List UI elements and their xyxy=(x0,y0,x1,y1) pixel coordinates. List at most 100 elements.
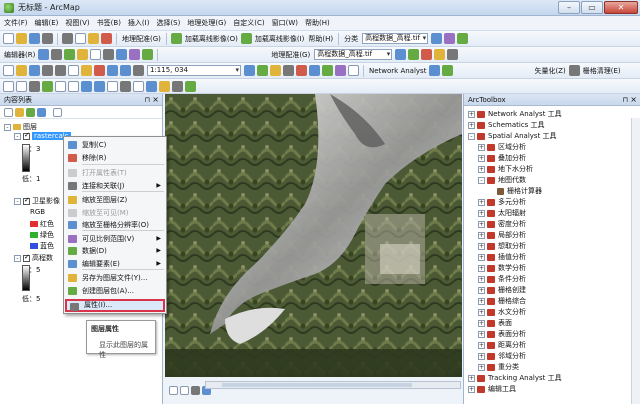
zoom-out-icon[interactable] xyxy=(16,80,27,92)
arctoolbox-window-icon[interactable] xyxy=(296,65,307,76)
network-tool-icon[interactable] xyxy=(429,65,441,76)
paste-icon[interactable] xyxy=(88,33,99,44)
rotate-georef-icon[interactable] xyxy=(395,49,407,60)
toolbox-item-8[interactable]: + 多元分析 xyxy=(478,197,526,207)
copy-2-icon[interactable] xyxy=(68,65,79,76)
pan-icon[interactable] xyxy=(29,80,40,92)
layers-root[interactable]: - 图层 xyxy=(4,122,37,132)
classify-tool-icon[interactable] xyxy=(431,33,443,44)
refresh-view-icon[interactable] xyxy=(191,386,200,395)
expand-toggle-icon[interactable]: + xyxy=(478,198,485,206)
help-menu[interactable]: 帮助(H) xyxy=(308,34,333,44)
map-horizontal-scrollbar[interactable] xyxy=(205,381,461,389)
print-icon[interactable] xyxy=(42,33,53,44)
shift-georef-icon[interactable] xyxy=(408,49,420,60)
toolbox-item-0[interactable]: + Network Analyst 工具 xyxy=(468,109,562,119)
menu-item-1[interactable]: 编辑(E) xyxy=(35,18,59,28)
minimize-button[interactable]: – xyxy=(558,1,580,14)
toolbox-item-16[interactable]: + 栅格创建 xyxy=(478,285,526,295)
expand-toggle-icon[interactable]: + xyxy=(478,264,485,272)
expand-toggle-icon[interactable]: + xyxy=(478,286,485,294)
expand-toggle-icon[interactable]: + xyxy=(478,253,485,261)
expand-toggle-icon[interactable]: + xyxy=(468,385,475,393)
toolbox-item-12[interactable]: + 想取分析 xyxy=(478,241,526,251)
globe-icon[interactable] xyxy=(185,80,196,92)
fixed-zoom-in-icon[interactable] xyxy=(55,80,66,92)
toolbox-item-9[interactable]: + 太阳辐射 xyxy=(478,208,526,218)
cut-icon[interactable] xyxy=(62,33,73,44)
arctoolbox-close-icon[interactable]: × xyxy=(630,94,637,106)
back-extent-icon[interactable] xyxy=(81,80,92,92)
python-window-icon[interactable] xyxy=(309,65,320,76)
toolbox-item-4[interactable]: + 叠加分析 xyxy=(478,153,526,163)
toolbox-item-21[interactable]: + 距离分析 xyxy=(478,340,526,350)
georef-menu-2[interactable]: 地理配准(G) xyxy=(271,50,310,60)
model-builder-icon[interactable] xyxy=(322,65,333,76)
layer-elevation-checkbox[interactable] xyxy=(23,253,30,262)
delete-2-icon[interactable] xyxy=(94,65,105,76)
toolbox-item-7[interactable]: 栅格计算器 xyxy=(488,186,542,196)
save-icon[interactable] xyxy=(29,33,40,44)
menu-item-2[interactable]: 视图(V) xyxy=(65,18,89,28)
edit-tool-icon[interactable] xyxy=(38,49,50,60)
forward-extent-icon[interactable] xyxy=(94,80,105,92)
offline-image-2-menu[interactable]: 加载离线影像(I) xyxy=(255,34,305,44)
ctx-item-10[interactable]: 另存为图层文件(Y)... xyxy=(65,272,165,284)
viewer-icon[interactable] xyxy=(447,49,459,60)
layer-elevation[interactable]: -高程数 xyxy=(14,253,53,263)
create-features-icon[interactable] xyxy=(142,49,154,60)
split-icon[interactable] xyxy=(90,49,102,60)
expand-toggle-icon[interactable]: + xyxy=(478,154,485,162)
map-view[interactable] xyxy=(165,94,462,377)
expand-toggle-icon[interactable]: - xyxy=(468,132,475,140)
toolbox-item-18[interactable]: + 水文分析 xyxy=(478,307,526,317)
arctoolbox-pin-icon[interactable]: ⊓ xyxy=(623,94,628,106)
expand-toggle-icon[interactable]: + xyxy=(478,308,485,316)
toolbox-item-14[interactable]: + 数学分析 xyxy=(478,263,526,273)
expand-toggle-icon[interactable]: + xyxy=(478,143,485,151)
ctx-item-8[interactable]: 数据(D) ▶ xyxy=(65,245,165,257)
layer-rastercalc-checkbox[interactable] xyxy=(23,131,30,140)
expand-toggle-icon[interactable]: + xyxy=(468,110,475,118)
expand-toggle-icon[interactable]: + xyxy=(478,330,485,338)
toolbox-item-5[interactable]: + 地下水分析 xyxy=(478,164,533,174)
select-features-icon[interactable] xyxy=(107,80,118,92)
clear-selection-icon[interactable] xyxy=(120,80,131,92)
classify-layer-select[interactable]: 高程数据_高程.tif xyxy=(362,33,429,44)
expand-toggle-icon[interactable]: + xyxy=(478,341,485,349)
raster-cleanup-menu[interactable]: 栅格清理(E) xyxy=(583,66,621,76)
expand-toggle-icon[interactable]: + xyxy=(478,165,485,173)
layer-satellite-checkbox[interactable] xyxy=(23,196,30,205)
delete-icon[interactable] xyxy=(101,33,112,44)
toolbox-item-25[interactable]: + 编辑工具 xyxy=(468,384,516,394)
expand-toggle-icon[interactable]: + xyxy=(478,363,485,371)
expand-toggle-icon[interactable]: + xyxy=(478,220,485,228)
layout-view-icon[interactable] xyxy=(180,386,189,395)
map-scale-select[interactable]: 1:115, 034 xyxy=(147,65,241,76)
full-extent-icon[interactable] xyxy=(42,80,53,92)
network-window-icon[interactable] xyxy=(442,65,454,76)
toolbox-vertical-scrollbar[interactable] xyxy=(631,118,640,404)
toolbox-item-24[interactable]: + Tracking Analyst 工具 xyxy=(468,373,562,383)
toolbox-item-11[interactable]: + 局部分析 xyxy=(478,230,526,240)
toolbox-item-13[interactable]: + 插值分析 xyxy=(478,252,526,262)
add-data-icon[interactable] xyxy=(133,65,144,76)
add-control-points-icon[interactable] xyxy=(421,49,433,60)
new-doc-icon[interactable] xyxy=(3,33,14,44)
zoom-in-icon[interactable] xyxy=(3,80,14,92)
ctx-item-0[interactable]: 复制(C) xyxy=(65,139,165,151)
toolbox-item-19[interactable]: + 表面 xyxy=(478,318,512,328)
toolbox-item-17[interactable]: + 栅格综合 xyxy=(478,296,526,306)
open-folder-icon[interactable] xyxy=(16,33,27,44)
identify-icon[interactable] xyxy=(348,65,359,76)
toolbox-item-20[interactable]: + 表面分析 xyxy=(478,329,526,339)
ctx-item-12[interactable]: 属性(I)... xyxy=(65,299,165,312)
fixed-zoom-out-icon[interactable] xyxy=(68,80,79,92)
cut-polygon-icon[interactable] xyxy=(77,49,89,60)
menu-item-6[interactable]: 地理处理(G) xyxy=(187,18,226,28)
editor-toolbar-icon[interactable] xyxy=(244,65,255,76)
ctx-item-5[interactable]: 缩放至可见(M) xyxy=(65,207,165,219)
toolbox-item-1[interactable]: + Schematics 工具 xyxy=(468,120,545,130)
select-elements-icon[interactable] xyxy=(133,80,144,92)
new-icon[interactable] xyxy=(3,65,14,76)
